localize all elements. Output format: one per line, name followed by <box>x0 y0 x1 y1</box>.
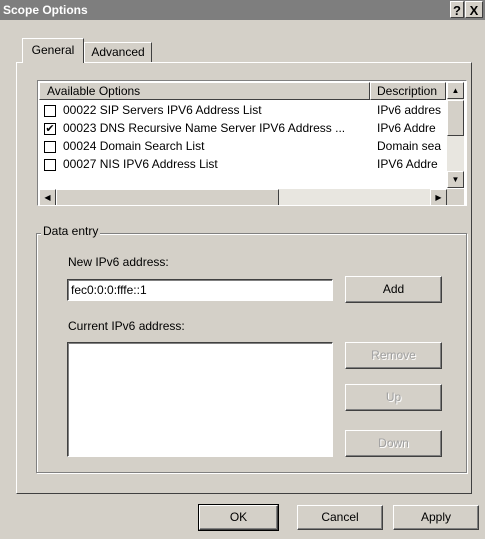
close-button[interactable]: X <box>465 1 483 18</box>
apply-button[interactable]: Apply <box>393 505 479 530</box>
tab-general[interactable]: General <box>22 38 84 63</box>
tab-advanced[interactable]: Advanced <box>84 42 152 63</box>
help-button[interactable]: ? <box>450 1 464 18</box>
title-bar: Scope Options ? X <box>0 0 485 20</box>
window-title: Scope Options <box>3 3 88 17</box>
ok-button[interactable]: OK <box>198 504 279 531</box>
cancel-button[interactable]: Cancel <box>297 505 383 530</box>
tab-panel-general <box>16 62 472 494</box>
